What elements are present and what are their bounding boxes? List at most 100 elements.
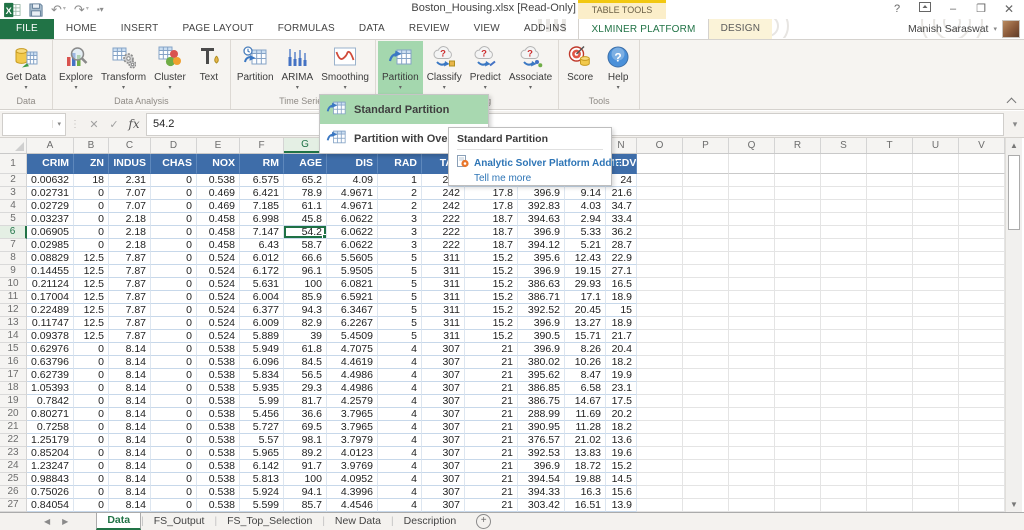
cell-O13[interactable]: [637, 317, 683, 330]
cell-G16[interactable]: 84.5: [284, 356, 327, 369]
cell-G8[interactable]: 66.6: [284, 252, 327, 265]
cell-C14[interactable]: 7.87: [109, 330, 151, 343]
cell-Q2[interactable]: [729, 174, 775, 187]
cell-M27[interactable]: 16.51: [565, 499, 606, 512]
cell-M25[interactable]: 19.88: [565, 473, 606, 486]
vertical-scrollbar[interactable]: ▲ ▼: [1005, 138, 1022, 512]
save-icon[interactable]: [29, 3, 43, 17]
row-header-2[interactable]: 2: [0, 174, 27, 187]
cell-K25[interactable]: 21: [465, 473, 518, 486]
cell-H21[interactable]: 3.7965: [327, 421, 378, 434]
ribbon-tab-view[interactable]: VIEW: [462, 18, 512, 39]
cell-A4[interactable]: 0.02729: [27, 200, 74, 213]
cell-D12[interactable]: 0: [151, 304, 197, 317]
cell-O10[interactable]: [637, 278, 683, 291]
cell-C15[interactable]: 8.14: [109, 343, 151, 356]
cell-E26[interactable]: 0.538: [197, 486, 240, 499]
cell-M20[interactable]: 11.69: [565, 408, 606, 421]
add-sheet-icon[interactable]: +: [476, 514, 491, 529]
cell-Q4[interactable]: [729, 200, 775, 213]
cell-S2[interactable]: [821, 174, 867, 187]
cell-F18[interactable]: 5.935: [240, 382, 284, 395]
classify-button[interactable]: ?Classify▾: [423, 41, 466, 95]
cell-P7[interactable]: [683, 239, 729, 252]
cell-F15[interactable]: 5.949: [240, 343, 284, 356]
cell-K8[interactable]: 15.2: [465, 252, 518, 265]
row-header-24[interactable]: 24: [0, 460, 27, 473]
cell-P1[interactable]: [683, 154, 729, 174]
cell-O15[interactable]: [637, 343, 683, 356]
cell-B15[interactable]: 0: [74, 343, 109, 356]
name-box[interactable]: ▾: [2, 113, 66, 136]
cell-D22[interactable]: 0: [151, 434, 197, 447]
row-header-8[interactable]: 8: [0, 252, 27, 265]
cell-S10[interactable]: [821, 278, 867, 291]
cell-U9[interactable]: [913, 265, 959, 278]
row-header-19[interactable]: 19: [0, 395, 27, 408]
cell-D16[interactable]: 0: [151, 356, 197, 369]
cell-P27[interactable]: [683, 499, 729, 512]
cell-F26[interactable]: 5.924: [240, 486, 284, 499]
cell-J26[interactable]: 307: [422, 486, 465, 499]
cell-E14[interactable]: 0.524: [197, 330, 240, 343]
cell-R14[interactable]: [775, 330, 821, 343]
row-header-6[interactable]: 6: [0, 226, 27, 239]
cell-A26[interactable]: 0.75026: [27, 486, 74, 499]
row-header-27[interactable]: 27: [0, 499, 27, 512]
cluster-button[interactable]: Cluster▾: [150, 41, 190, 95]
cell-N3[interactable]: 21.6: [606, 187, 637, 200]
cell-R18[interactable]: [775, 382, 821, 395]
cell-A10[interactable]: 0.21124: [27, 278, 74, 291]
cell-T14[interactable]: [867, 330, 913, 343]
cell-G19[interactable]: 81.7: [284, 395, 327, 408]
cell-C22[interactable]: 8.14: [109, 434, 151, 447]
cell-L8[interactable]: 395.6: [518, 252, 565, 265]
column-header-U[interactable]: U: [913, 138, 959, 153]
cell-Q11[interactable]: [729, 291, 775, 304]
cell-L20[interactable]: 288.99: [518, 408, 565, 421]
cell-F24[interactable]: 6.142: [240, 460, 284, 473]
menu-item-standard-partition[interactable]: Standard Partition: [320, 95, 488, 124]
cell-G9[interactable]: 96.1: [284, 265, 327, 278]
cell-D8[interactable]: 0: [151, 252, 197, 265]
cell-M4[interactable]: 4.03: [565, 200, 606, 213]
cell-A17[interactable]: 0.62739: [27, 369, 74, 382]
cell-T13[interactable]: [867, 317, 913, 330]
cell-C1[interactable]: INDUS: [109, 154, 151, 174]
partition-button[interactable]: Partition▾: [378, 41, 423, 95]
cell-N7[interactable]: 28.7: [606, 239, 637, 252]
cell-O5[interactable]: [637, 213, 683, 226]
cell-L27[interactable]: 303.42: [518, 499, 565, 512]
cell-N27[interactable]: 13.9: [606, 499, 637, 512]
cell-I7[interactable]: 3: [378, 239, 422, 252]
excel-logo-icon[interactable]: X: [4, 2, 21, 18]
cell-U16[interactable]: [913, 356, 959, 369]
cell-C6[interactable]: 2.18: [109, 226, 151, 239]
cell-M9[interactable]: 19.15: [565, 265, 606, 278]
row-header-7[interactable]: 7: [0, 239, 27, 252]
cell-C5[interactable]: 2.18: [109, 213, 151, 226]
cell-V4[interactable]: [959, 200, 1005, 213]
cell-M14[interactable]: 15.71: [565, 330, 606, 343]
cell-R27[interactable]: [775, 499, 821, 512]
cell-V6[interactable]: [959, 226, 1005, 239]
cell-U7[interactable]: [913, 239, 959, 252]
cell-C16[interactable]: 8.14: [109, 356, 151, 369]
cell-E11[interactable]: 0.524: [197, 291, 240, 304]
cell-D11[interactable]: 0: [151, 291, 197, 304]
cell-I24[interactable]: 4: [378, 460, 422, 473]
cell-U20[interactable]: [913, 408, 959, 421]
column-header-V[interactable]: V: [959, 138, 1005, 153]
column-header-C[interactable]: C: [109, 138, 151, 153]
cell-K18[interactable]: 21: [465, 382, 518, 395]
cell-R25[interactable]: [775, 473, 821, 486]
cell-N15[interactable]: 20.4: [606, 343, 637, 356]
cell-E16[interactable]: 0.538: [197, 356, 240, 369]
cell-H9[interactable]: 5.9505: [327, 265, 378, 278]
cell-L7[interactable]: 394.12: [518, 239, 565, 252]
cell-C11[interactable]: 7.87: [109, 291, 151, 304]
cell-D24[interactable]: 0: [151, 460, 197, 473]
cell-N5[interactable]: 33.4: [606, 213, 637, 226]
cell-T19[interactable]: [867, 395, 913, 408]
cell-P5[interactable]: [683, 213, 729, 226]
